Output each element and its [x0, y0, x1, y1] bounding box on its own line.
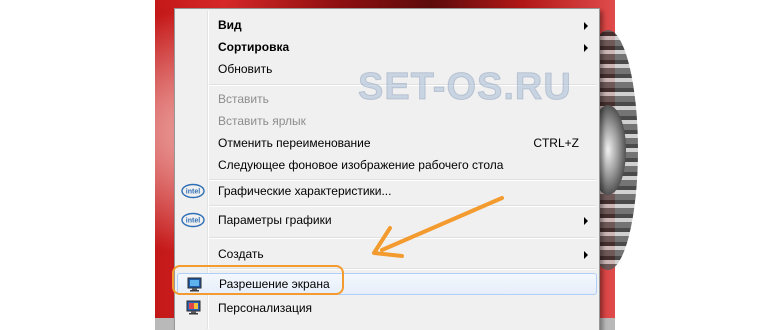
menu-item-sort[interactable]: Сортировка	[177, 36, 597, 58]
menu-item-label: Вставить ярлык	[218, 114, 306, 128]
menu-item-label: Вставить	[218, 92, 269, 106]
intel-logo-text: intel	[186, 218, 200, 225]
menu-item-personalize[interactable]: Персонализация	[177, 297, 597, 319]
highlight-callout-box	[172, 265, 344, 295]
menu-item-label: Вид	[218, 18, 242, 32]
menu-item-label: Создать	[218, 247, 264, 261]
site-watermark: SET-OS.RU	[358, 66, 572, 109]
menu-item-next-background[interactable]: Следующее фоновое изображение рабочего с…	[177, 154, 597, 176]
submenu-arrow-icon	[584, 217, 588, 225]
submenu-arrow-icon	[584, 44, 588, 52]
menu-item-label: Персонализация	[218, 301, 313, 315]
intel-icon: intel	[181, 212, 205, 228]
menu-item-label: Следующее фоновое изображение рабочего с…	[218, 158, 504, 172]
personalize-icon	[181, 300, 205, 316]
intel-icon: intel	[181, 183, 205, 199]
submenu-arrow-icon	[584, 251, 588, 259]
menu-item-undo-rename[interactable]: Отменить переименование CTRL+Z	[177, 132, 597, 154]
desktop: Вид Сортировка Обновить Вставить Вставит…	[0, 0, 770, 330]
intel-logo-text: intel	[186, 189, 200, 196]
menu-item-shortcut: CTRL+Z	[533, 136, 579, 150]
submenu-arrow-icon	[584, 22, 588, 30]
menu-item-paste-shortcut[interactable]: Вставить ярлык	[177, 110, 597, 132]
pointer-arrow-icon	[372, 196, 504, 258]
menu-item-label: Отменить переименование	[218, 136, 371, 150]
menu-item-label: Обновить	[218, 62, 273, 76]
menu-item-label: Параметры графики	[218, 213, 332, 227]
menu-item-label: Сортировка	[218, 40, 290, 54]
menu-item-view[interactable]: Вид	[177, 14, 597, 36]
